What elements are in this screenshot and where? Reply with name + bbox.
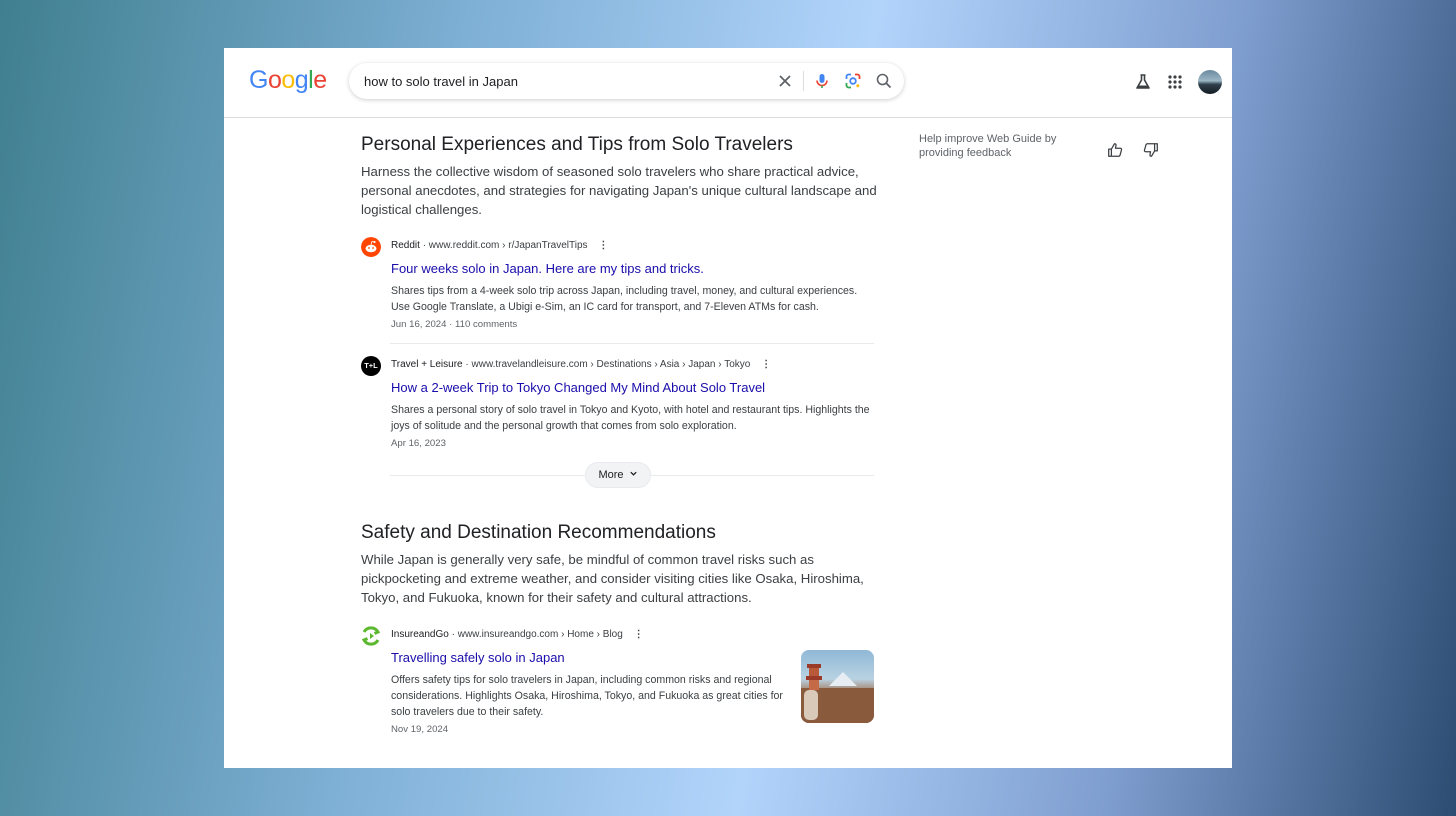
result-source[interactable]: InsureandGo · www.insureandgo.com › Home… (391, 629, 644, 640)
account-avatar[interactable] (1198, 70, 1222, 94)
result-source[interactable]: Travel + Leisure · www.travelandleisure.… (391, 359, 771, 370)
result-snippet: Shares tips from a 4-week solo trip acro… (391, 285, 858, 313)
result-snippet: Shares a personal story of solo travel i… (391, 404, 870, 432)
feedback-prompt: Help improve Web Guide by providing feed… (919, 133, 1057, 159)
section-heading: Safety and Destination Recommendations (361, 522, 716, 543)
search-icon[interactable] (874, 71, 894, 91)
reddit-favicon-icon (361, 237, 381, 257)
more-options-icon[interactable]: ⋮ (761, 359, 771, 370)
result-site-name: InsureandGo (391, 629, 449, 640)
clear-icon[interactable] (775, 71, 795, 91)
search-header: Google how to solo travel in Japan (224, 48, 1232, 118)
section-description: While Japan is generally very safe, be m… (361, 552, 864, 605)
browser-page: Google how to solo travel in Japan Perso… (224, 48, 1232, 768)
search-box[interactable]: how to solo travel in Japan (349, 63, 904, 99)
result-breadcrumb: · www.insureandgo.com › Home › Blog (451, 629, 623, 640)
result-source[interactable]: Reddit · www.reddit.com › r/JapanTravelT… (391, 240, 608, 251)
result-site-name: Travel + Leisure (391, 359, 463, 370)
more-options-icon[interactable]: ⋮ (598, 240, 608, 251)
section-description: Harness the collective wisdom of seasone… (361, 164, 877, 217)
search-divider (803, 71, 804, 91)
thumbs-up-icon[interactable] (1106, 141, 1124, 159)
labs-flask-icon[interactable] (1133, 72, 1153, 92)
more-button-label: More (598, 469, 624, 481)
result-breadcrumb: · www.travelandleisure.com › Destination… (465, 359, 751, 370)
more-results-button[interactable]: More (585, 462, 651, 488)
chevron-down-icon (629, 463, 638, 487)
search-result: Reddit · www.reddit.com › r/JapanTravelT… (361, 237, 875, 333)
result-meta: Nov 19, 2024 (391, 724, 449, 735)
section-heading: Personal Experiences and Tips from Solo … (361, 134, 793, 155)
search-input[interactable]: how to solo travel in Japan (364, 74, 518, 89)
result-title-link[interactable]: Travelling safely solo in Japan (391, 650, 565, 665)
google-logo[interactable]: Google (249, 66, 327, 95)
result-thumbnail-image[interactable] (801, 650, 874, 723)
lens-icon[interactable] (843, 71, 863, 91)
result-title-link[interactable]: Four weeks solo in Japan. Here are my ti… (391, 261, 704, 276)
result-title-link[interactable]: How a 2-week Trip to Tokyo Changed My Mi… (391, 380, 765, 395)
result-snippet: Offers safety tips for solo travelers in… (391, 674, 783, 718)
result-divider (390, 343, 874, 344)
search-result: T+L Travel + Leisure · www.travelandleis… (361, 356, 875, 452)
result-meta: Jun 16, 2024 · 110 comments (391, 319, 518, 330)
search-result: InsureandGo · www.insureandgo.com › Home… (361, 626, 875, 738)
result-breadcrumb: · www.reddit.com › r/JapanTravelTips (422, 240, 588, 251)
apps-grid-icon[interactable] (1165, 72, 1185, 92)
result-meta: Apr 16, 2023 (391, 438, 446, 449)
travel-leisure-favicon-icon: T+L (361, 356, 381, 376)
more-options-icon[interactable]: ⋮ (634, 629, 644, 640)
insureandgo-favicon-icon (361, 626, 381, 646)
result-site-name: Reddit (391, 240, 420, 251)
microphone-icon[interactable] (812, 71, 832, 91)
thumbs-down-icon[interactable] (1142, 141, 1160, 159)
